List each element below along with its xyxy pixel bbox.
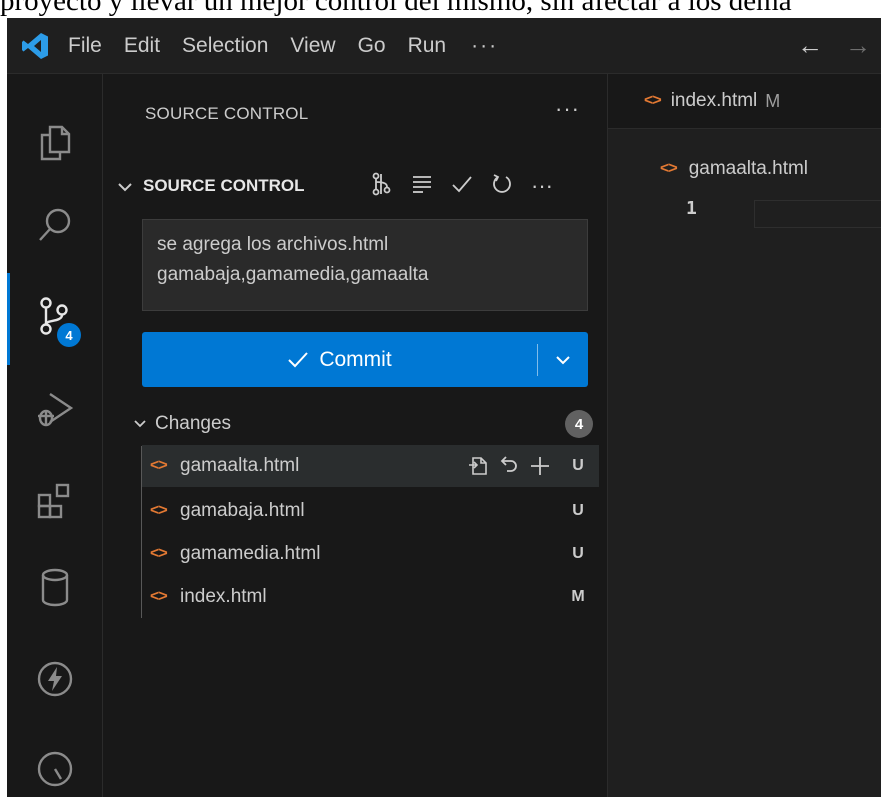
source-control-actions: ··· bbox=[371, 166, 553, 206]
run-debug-icon[interactable] bbox=[7, 374, 102, 444]
source-control-badge: 4 bbox=[57, 323, 81, 347]
branch-graph-icon[interactable] bbox=[371, 172, 393, 200]
file-name: gamaalta.html bbox=[180, 455, 300, 476]
breadcrumb-file: gamaalta.html bbox=[688, 158, 809, 179]
changed-file-row[interactable]: <> gamamedia.html U bbox=[142, 533, 599, 575]
file-name: gamamedia.html bbox=[180, 543, 321, 564]
html-file-icon: <> bbox=[150, 545, 168, 562]
remote-icon[interactable] bbox=[7, 734, 102, 797]
explorer-icon[interactable] bbox=[7, 108, 102, 178]
editor-area: <> index.html M <> gamaalta.html 1 bbox=[608, 74, 881, 797]
menu-run[interactable]: Run bbox=[397, 18, 458, 73]
changed-file-row[interactable]: <> gamabaja.html U bbox=[142, 490, 599, 532]
chevron-down-icon bbox=[133, 415, 155, 433]
file-name: index.html bbox=[180, 586, 267, 607]
vscode-logo-icon bbox=[13, 18, 57, 73]
navigation-arrows: ← → bbox=[797, 18, 881, 73]
commit-check-icon[interactable] bbox=[451, 174, 473, 198]
file-status: U bbox=[572, 457, 584, 474]
lightning-icon[interactable] bbox=[7, 644, 102, 714]
tab-modified-status: M bbox=[765, 90, 781, 111]
sidebar-title: SOURCE CONTROL bbox=[145, 104, 309, 123]
vscode-window: File Edit Selection View Go Run ··· ← → bbox=[7, 18, 881, 797]
commit-dropdown-button[interactable] bbox=[538, 332, 588, 387]
back-arrow-icon[interactable]: ← bbox=[797, 30, 823, 61]
chevron-down-icon bbox=[117, 176, 143, 197]
commit-message-input[interactable]: se agrega los archivos.html gamabaja,gam… bbox=[142, 219, 588, 311]
current-line-highlight[interactable] bbox=[754, 200, 881, 228]
menu-edit[interactable]: Edit bbox=[113, 18, 171, 73]
extensions-icon[interactable] bbox=[7, 466, 102, 536]
activity-bar: 4 bbox=[7, 74, 103, 797]
changed-file-row[interactable]: <> gamaalta.html U bbox=[142, 445, 599, 487]
document-text-above: proyecto y llevar un mejor control del m… bbox=[0, 0, 792, 17]
menu-selection[interactable]: Selection bbox=[171, 18, 279, 73]
html-file-icon: <> bbox=[150, 502, 168, 519]
source-control-sidebar: SOURCE CONTROL ··· SOURCE CONTROL ··· se… bbox=[103, 74, 608, 797]
line-number: 1 bbox=[686, 198, 697, 219]
commit-label: Commit bbox=[319, 347, 392, 371]
more-actions-icon[interactable]: ··· bbox=[531, 175, 553, 197]
stage-changes-icon[interactable] bbox=[529, 455, 551, 477]
menu-file[interactable]: File bbox=[57, 18, 113, 73]
html-file-icon: <> bbox=[660, 160, 678, 177]
file-status: U bbox=[572, 502, 584, 519]
html-file-icon: <> bbox=[150, 457, 168, 474]
file-status: U bbox=[572, 545, 584, 562]
menu-go[interactable]: Go bbox=[347, 18, 397, 73]
file-status: M bbox=[571, 588, 585, 605]
forward-arrow-icon[interactable]: → bbox=[845, 30, 871, 61]
open-file-icon[interactable] bbox=[467, 455, 489, 477]
html-file-icon: <> bbox=[150, 588, 168, 605]
title-bar: File Edit Selection View Go Run ··· ← → bbox=[7, 18, 881, 74]
changed-file-row[interactable]: <> index.html M bbox=[142, 576, 599, 618]
check-icon bbox=[288, 351, 309, 367]
refresh-icon[interactable] bbox=[491, 173, 513, 199]
commit-main-action[interactable]: Commit bbox=[142, 332, 537, 387]
tab-bar: <> index.html M bbox=[608, 74, 881, 129]
source-control-icon[interactable] bbox=[7, 281, 102, 351]
view-as-list-icon[interactable] bbox=[411, 174, 433, 198]
discard-changes-icon[interactable] bbox=[499, 455, 519, 477]
section-title: SOURCE CONTROL bbox=[143, 176, 305, 195]
chevron-down-icon bbox=[556, 355, 570, 364]
file-row-actions bbox=[467, 455, 551, 477]
changes-group-header[interactable]: Changes 4 bbox=[133, 404, 593, 444]
menu-more-button[interactable]: ··· bbox=[457, 34, 512, 58]
commit-button[interactable]: Commit bbox=[142, 332, 588, 387]
tab-index-html[interactable]: <> index.html M bbox=[608, 74, 881, 128]
breadcrumb[interactable]: <> gamaalta.html bbox=[660, 158, 808, 180]
tab-label: index.html bbox=[670, 90, 758, 111]
changes-count-badge: 4 bbox=[565, 410, 593, 438]
search-icon[interactable] bbox=[7, 190, 102, 260]
database-icon[interactable] bbox=[7, 553, 102, 623]
html-file-icon: <> bbox=[644, 92, 662, 109]
changes-label: Changes bbox=[155, 413, 232, 434]
sidebar-more-button[interactable]: ··· bbox=[555, 96, 580, 122]
file-name: gamabaja.html bbox=[180, 500, 305, 521]
menu-view[interactable]: View bbox=[279, 18, 346, 73]
